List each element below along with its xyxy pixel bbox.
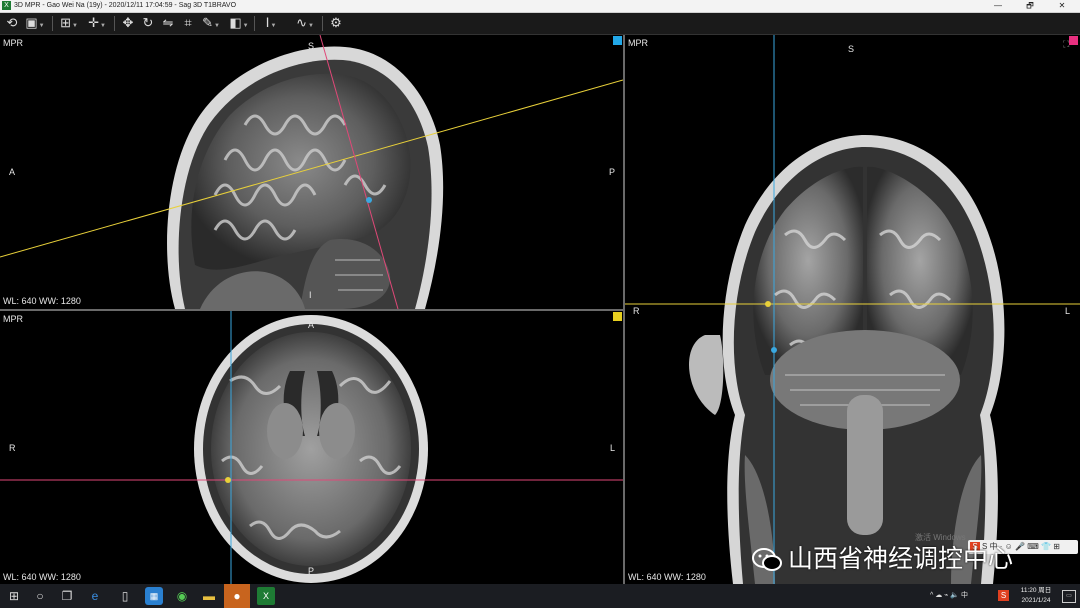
watermark-text: 山西省神经调控中心 xyxy=(788,545,1014,573)
crosshair-icon[interactable]: ✛▼ xyxy=(86,15,108,31)
axial-image xyxy=(0,311,623,584)
viewport-color-marker[interactable] xyxy=(613,312,622,321)
clock[interactable]: 11:20 周日 2021/1/24 xyxy=(1014,586,1058,606)
viewport-divider-vertical[interactable] xyxy=(623,35,625,584)
activation-notice: 激活 Windows xyxy=(915,533,966,542)
viewport-label: MPR xyxy=(3,38,23,48)
windows-start-icon[interactable]: ⊞ xyxy=(5,587,23,605)
file-icon[interactable]: ▯ xyxy=(116,587,134,605)
viewport-label: MPR xyxy=(3,314,23,324)
axial-viewport[interactable]: MPR A R L P WL: 640 WW: 1280 xyxy=(0,311,623,584)
reformat-icon[interactable]: ⌗ xyxy=(180,15,196,31)
wechat-taskbar-icon[interactable]: ● xyxy=(224,584,250,608)
measure-icon[interactable]: ✎▼ xyxy=(200,15,222,31)
contrast-icon[interactable]: ◧▼ xyxy=(228,15,250,31)
viewport-label: MPR xyxy=(628,38,648,48)
slab-icon[interactable]: Ⅰ▼ xyxy=(260,15,282,31)
sogou-tray-icon[interactable]: S xyxy=(998,590,1009,601)
sync-icon[interactable]: ⟲ xyxy=(4,15,20,31)
flip-icon[interactable]: ⇋ xyxy=(160,15,176,31)
window-title: 3D MPR - Gao Wei Na (19y) - 2020/12/11 1… xyxy=(14,2,237,9)
sagittal-viewport[interactable]: MPR S A P I WL: 640 WW: 1280 xyxy=(0,35,623,309)
task-view-icon[interactable]: ❐ xyxy=(58,587,76,605)
photos-icon[interactable]: ▦ xyxy=(145,587,163,605)
maximize-viewport-icon[interactable]: ⛶ xyxy=(1063,39,1069,50)
notification-icon[interactable]: ▭ xyxy=(1062,590,1076,603)
clock-date: 2021/1/24 xyxy=(1021,597,1051,604)
window-level-readout: WL: 640 WW: 1280 xyxy=(3,572,81,582)
orientation-bottom: I xyxy=(309,290,312,300)
spreadsheet-icon[interactable]: X xyxy=(257,587,275,605)
orientation-right: L xyxy=(1065,306,1071,316)
folder-icon[interactable]: ▬ xyxy=(200,587,218,605)
search-circle-icon[interactable]: ○ xyxy=(31,587,49,605)
settings-icon[interactable]: ⚙ xyxy=(328,15,344,31)
system-tray[interactable]: ^ ☁ ⌁ 🔈 中 xyxy=(930,584,968,608)
orientation-left: R xyxy=(9,443,16,453)
orientation-bottom: P xyxy=(308,566,315,576)
toolbar: ⟲ ▣▼ ⊞▼ ✛▼ ✥ ↻ ⇋ ⌗ ✎▼ ◧▼ Ⅰ▼ ∿▼ ⚙ xyxy=(0,13,1080,35)
taskbar: ⊞ ○ ❐ e ▯ ▦ ◉ ▬ ● X ^ ☁ ⌁ 🔈 中 S 11:20 周日… xyxy=(0,584,1080,608)
orientation-left: A xyxy=(9,167,16,177)
clock-time: 11:20 周日 xyxy=(1020,587,1052,594)
minimize-button[interactable]: — xyxy=(982,0,1014,12)
watermark: 山西省神经调控中心 xyxy=(752,540,1052,578)
viewport-divider-horizontal[interactable] xyxy=(0,309,623,311)
pan-icon[interactable]: ✥ xyxy=(120,15,136,31)
app-icon: X xyxy=(2,1,11,10)
orientation-top: S xyxy=(848,44,855,54)
layout-icon[interactable]: ⊞▼ xyxy=(58,15,80,31)
window-level-readout: WL: 640 WW: 1280 xyxy=(3,296,81,306)
close-button[interactable]: ✕ xyxy=(1046,0,1078,12)
orientation-right: P xyxy=(609,167,616,177)
coronal-image xyxy=(625,35,1080,584)
360-icon[interactable]: ◉ xyxy=(173,587,191,605)
viewport-color-marker[interactable] xyxy=(613,36,622,45)
curve-icon[interactable]: ∿▼ xyxy=(292,15,318,31)
sagittal-image xyxy=(0,35,623,309)
orientation-top: A xyxy=(308,320,315,330)
coronal-viewport[interactable]: MPR S R L WL: 640 WW: 1280 ⛶ xyxy=(625,35,1080,584)
orientation-left: R xyxy=(633,306,640,316)
viewport-color-marker[interactable] xyxy=(1069,36,1078,45)
wechat-icon xyxy=(752,546,782,574)
title-bar: X 3D MPR - Gao Wei Na (19y) - 2020/12/11… xyxy=(0,0,1080,13)
rotate-icon[interactable]: ↻ xyxy=(140,15,156,31)
orientation-top: S xyxy=(308,41,315,51)
edge-icon[interactable]: e xyxy=(86,587,104,605)
orientation-right: L xyxy=(610,443,616,453)
save-icon[interactable]: ▣▼ xyxy=(24,15,46,31)
maximize-button[interactable]: 🗗 xyxy=(1014,0,1046,12)
window-level-readout: WL: 640 WW: 1280 xyxy=(628,572,706,582)
